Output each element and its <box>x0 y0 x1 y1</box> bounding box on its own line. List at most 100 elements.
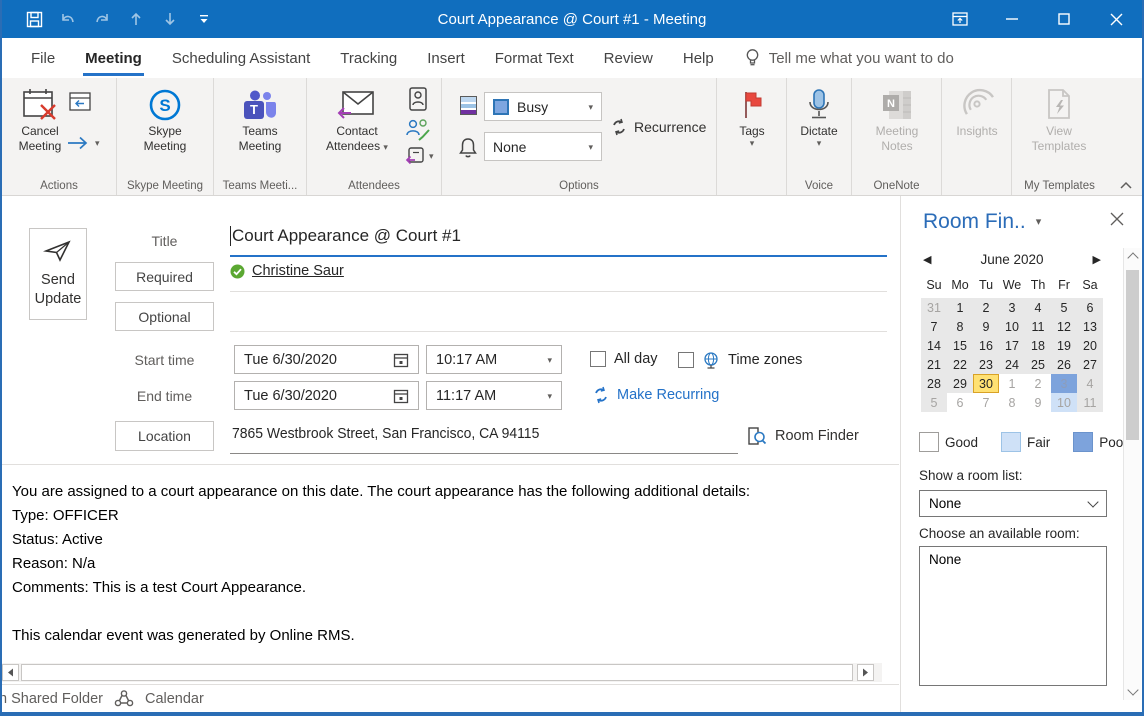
calendar-day[interactable]: 2 <box>1025 374 1051 393</box>
calendar-day[interactable]: 10 <box>999 317 1025 336</box>
calendar-day[interactable]: 14 <box>921 336 947 355</box>
undo-icon[interactable] <box>58 9 78 29</box>
calendar-day[interactable]: 18 <box>1025 336 1051 355</box>
ribbon-tab[interactable]: Review <box>589 38 668 78</box>
move-down-icon[interactable] <box>160 9 180 29</box>
send-update-button[interactable]: SendUpdate <box>29 228 87 320</box>
save-icon[interactable] <box>24 9 44 29</box>
skype-meeting-button[interactable]: S Skype Meeting <box>129 86 201 154</box>
calendar-day[interactable]: 7 <box>973 393 999 412</box>
tell-me-box[interactable]: Tell me what you want to do <box>745 38 954 78</box>
calendar-day[interactable]: 25 <box>1025 355 1051 374</box>
available-rooms-listbox[interactable]: None <box>919 546 1107 686</box>
required-button[interactable]: Required <box>115 262 214 291</box>
calendar-day[interactable]: 1 <box>999 374 1025 393</box>
calendar-day[interactable]: 19 <box>1051 336 1077 355</box>
calendar-day[interactable]: 29 <box>947 374 973 393</box>
close-button[interactable] <box>1090 0 1142 38</box>
address-book-icon[interactable] <box>407 86 429 112</box>
message-body[interactable]: You are assigned to a court appearance o… <box>2 466 899 662</box>
reminder-dropdown[interactable]: None ▾ <box>484 132 602 161</box>
location-button[interactable]: Location <box>115 421 214 451</box>
room-finder-title[interactable]: Room Fin.. ▾ <box>923 210 1041 234</box>
scroll-up-icon[interactable] <box>1127 252 1138 263</box>
calendar-day[interactable]: 17 <box>999 336 1025 355</box>
horizontal-scroll-thumb[interactable] <box>21 664 853 681</box>
horizontal-scrollbar[interactable] <box>2 663 882 682</box>
calendar-day[interactable]: 27 <box>1077 355 1103 374</box>
calendar-day[interactable]: 6 <box>1077 298 1103 317</box>
calendar-day[interactable]: 30 <box>973 374 999 393</box>
date-picker-icon[interactable] <box>393 352 409 368</box>
optional-button[interactable]: Optional <box>115 302 214 331</box>
calendar-day[interactable]: 26 <box>1051 355 1077 374</box>
calendar-day[interactable]: 11 <box>1077 393 1103 412</box>
ribbon-tab[interactable]: Format Text <box>480 38 589 78</box>
calendar-day[interactable]: 28 <box>921 374 947 393</box>
calendar-day[interactable]: 24 <box>999 355 1025 374</box>
prev-month-icon[interactable]: ◀ <box>921 253 933 266</box>
title-field[interactable]: Court Appearance @ Court #1 <box>230 226 461 246</box>
calendar-day[interactable]: 20 <box>1077 336 1103 355</box>
scroll-left-icon[interactable] <box>2 664 19 681</box>
calendar-day[interactable]: 2 <box>973 298 999 317</box>
room-finder-button[interactable]: Room Finder <box>747 421 859 451</box>
calendar-day[interactable]: 10 <box>1051 393 1077 412</box>
attendee-link[interactable]: Christine Saur <box>252 263 344 279</box>
show-as-dropdown[interactable]: Busy ▾ <box>484 92 602 121</box>
make-recurring-link[interactable]: Make Recurring <box>592 386 719 404</box>
ribbon-tab[interactable]: Tracking <box>325 38 412 78</box>
time-zones-checkbox[interactable]: Time zones <box>678 351 802 369</box>
ribbon-tab[interactable]: Insert <box>412 38 480 78</box>
response-options-button[interactable]: ▾ <box>405 146 434 166</box>
calendar-small-button[interactable] <box>68 90 94 114</box>
calendar-day[interactable]: 9 <box>973 317 999 336</box>
teams-meeting-button[interactable]: T Teams Meeting <box>224 86 296 154</box>
calendar-day[interactable]: 5 <box>921 393 947 412</box>
panel-scroll-thumb[interactable] <box>1126 270 1139 440</box>
calendar-day[interactable]: 23 <box>973 355 999 374</box>
calendar-day[interactable]: 22 <box>947 355 973 374</box>
redo-icon[interactable] <box>92 9 112 29</box>
cancel-meeting-button[interactable]: Cancel Meeting <box>8 86 72 154</box>
end-time-input[interactable]: 11:17 AM ▾ <box>426 381 562 410</box>
panel-dropdown-caret[interactable]: ▾ <box>1036 218 1042 226</box>
calendar-day[interactable]: 13 <box>1077 317 1103 336</box>
calendar-day[interactable]: 5 <box>1051 298 1077 317</box>
tags-button[interactable]: Tags ▾ <box>725 86 779 147</box>
minimize-button[interactable] <box>986 0 1038 38</box>
next-month-icon[interactable]: ▶ <box>1091 253 1103 266</box>
ribbon-tab[interactable]: Help <box>668 38 729 78</box>
calendar-day[interactable]: 8 <box>999 393 1025 412</box>
recurrence-button[interactable]: Recurrence <box>610 118 706 136</box>
forward-button[interactable]: ▾ <box>66 136 100 150</box>
start-time-input[interactable]: 10:17 AM ▾ <box>426 345 562 374</box>
calendar-day[interactable]: 4 <box>1025 298 1051 317</box>
end-date-input[interactable]: Tue 6/30/2020 <box>234 381 419 410</box>
scroll-down-icon[interactable] <box>1127 684 1138 695</box>
ribbon-tab[interactable]: File <box>16 38 70 78</box>
available-room-item[interactable]: None <box>929 552 961 567</box>
panel-scrollbar[interactable] <box>1123 248 1141 700</box>
calendar-day[interactable]: 6 <box>947 393 973 412</box>
ribbon-tab[interactable]: Meeting <box>70 38 157 78</box>
collapse-ribbon-icon[interactable] <box>1120 181 1132 189</box>
calendar-day[interactable]: 21 <box>921 355 947 374</box>
calendar-day[interactable]: 11 <box>1025 317 1051 336</box>
calendar-day[interactable]: 15 <box>947 336 973 355</box>
start-date-input[interactable]: Tue 6/30/2020 <box>234 345 419 374</box>
calendar-day[interactable]: 12 <box>1051 317 1077 336</box>
check-names-icon[interactable] <box>405 116 431 142</box>
ribbon-display-options-icon[interactable] <box>934 0 986 38</box>
date-picker-icon[interactable] <box>393 388 409 404</box>
calendar-day[interactable]: 31 <box>921 298 947 317</box>
all-day-checkbox[interactable]: All day <box>590 351 658 367</box>
customize-qat-icon[interactable] <box>194 9 214 29</box>
calendar-day[interactable]: 16 <box>973 336 999 355</box>
calendar-day[interactable]: 1 <box>947 298 973 317</box>
calendar-day[interactable]: 7 <box>921 317 947 336</box>
time-zones-box[interactable] <box>678 352 694 368</box>
ribbon-tab[interactable]: Scheduling Assistant <box>157 38 325 78</box>
maximize-button[interactable] <box>1038 0 1090 38</box>
scroll-right-icon[interactable] <box>857 664 874 681</box>
